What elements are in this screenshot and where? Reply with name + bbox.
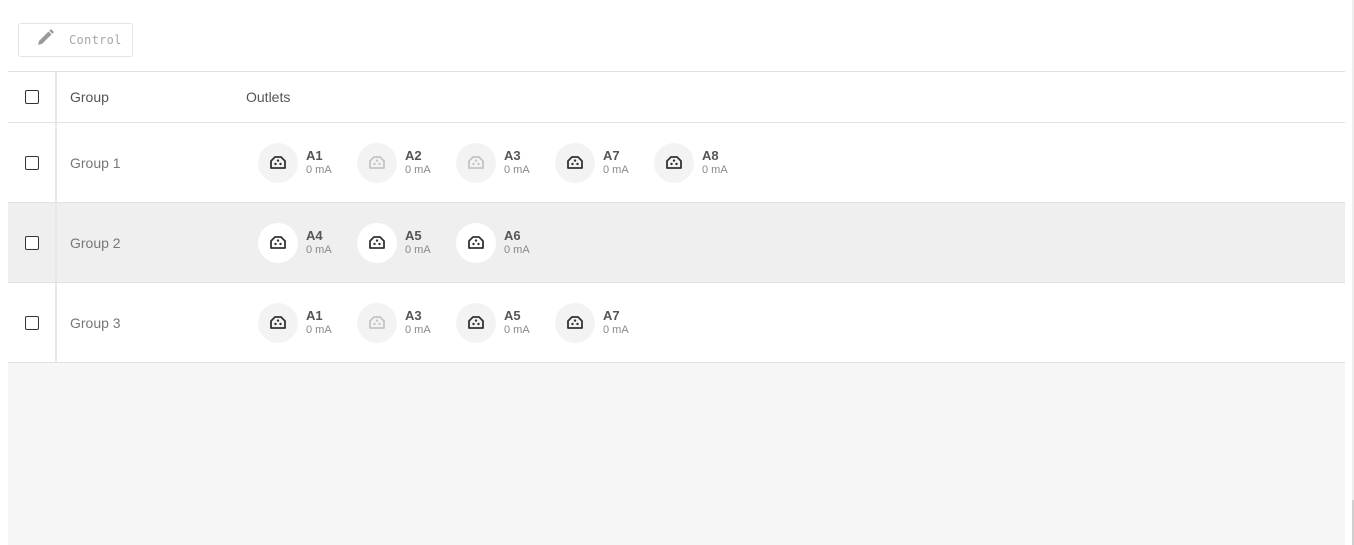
group-name: Group 3 xyxy=(70,314,121,331)
row-select-cell xyxy=(8,235,56,250)
outlet-text: A3 0 mA xyxy=(504,148,530,176)
outlet-current: 0 mA xyxy=(306,243,332,256)
power-outlet-icon xyxy=(357,142,397,183)
select-all-cell xyxy=(8,90,56,104)
outlet-current: 0 mA xyxy=(405,323,431,336)
group-name: Group 2 xyxy=(70,234,121,251)
outlet-current: 0 mA xyxy=(405,163,431,176)
outlet-current: 0 mA xyxy=(306,323,332,336)
outlet-current: 0 mA xyxy=(603,323,629,336)
outlet-text: A5 0 mA xyxy=(504,308,530,336)
row-select-checkbox[interactable] xyxy=(25,315,39,330)
outlet-groups-page: Control Group Outlets Group 1 A1 0 mA A2 0 m… xyxy=(0,0,1354,545)
row-select-checkbox[interactable] xyxy=(25,155,39,170)
power-outlet-icon xyxy=(258,142,298,183)
outlet-current: 0 mA xyxy=(504,243,530,256)
power-outlet-icon xyxy=(555,142,595,183)
outlet-item[interactable]: A2 0 mA xyxy=(357,142,456,183)
outlet-name: A1 xyxy=(306,148,323,164)
outlet-name: A5 xyxy=(405,228,422,244)
outlet-current: 0 mA xyxy=(405,243,431,256)
outlet-current: 0 mA xyxy=(702,163,728,176)
row-select-cell xyxy=(8,155,56,170)
outlet-text: A7 0 mA xyxy=(603,148,629,176)
outlet-name: A7 xyxy=(603,148,620,164)
toolbar: Control xyxy=(18,23,133,57)
outlet-name: A2 xyxy=(405,148,422,164)
power-outlet-icon xyxy=(555,302,595,343)
outlet-name: A4 xyxy=(306,228,323,244)
outlets-list: A1 0 mA A2 0 mA A3 0 mA A7 0 mA A8 0 mA xyxy=(232,142,753,183)
power-outlet-icon xyxy=(258,302,298,343)
outlet-item[interactable]: A6 0 mA xyxy=(456,222,555,263)
control-button[interactable]: Control xyxy=(18,23,133,57)
empty-table-area xyxy=(8,363,1345,545)
outlets-list: A4 0 mA A5 0 mA A6 0 mA xyxy=(232,222,555,263)
table-header-row: Group Outlets xyxy=(8,71,1345,123)
control-button-label: Control xyxy=(69,33,122,47)
outlet-item[interactable]: A5 0 mA xyxy=(357,222,456,263)
outlet-item[interactable]: A7 0 mA xyxy=(555,142,654,183)
outlet-item[interactable]: A1 0 mA xyxy=(258,302,357,343)
outlet-item[interactable]: A1 0 mA xyxy=(258,142,357,183)
row-select-checkbox[interactable] xyxy=(25,235,39,250)
power-outlet-icon xyxy=(456,222,496,263)
outlet-current: 0 mA xyxy=(504,323,530,336)
power-outlet-icon xyxy=(357,302,397,343)
group-column-header[interactable]: Group xyxy=(56,89,232,105)
outlet-name: A3 xyxy=(405,308,422,324)
outlet-text: A7 0 mA xyxy=(603,308,629,336)
outlet-text: A6 0 mA xyxy=(504,228,530,256)
outlet-current: 0 mA xyxy=(306,163,332,176)
groups-table: Group Outlets Group 1 A1 0 mA A2 0 mA A3 0 mA A… xyxy=(8,71,1345,363)
outlet-name: A8 xyxy=(702,148,719,164)
outlet-name: A6 xyxy=(504,228,521,244)
group-name: Group 1 xyxy=(70,154,121,171)
outlet-item[interactable]: A7 0 mA xyxy=(555,302,654,343)
power-outlet-icon xyxy=(456,142,496,183)
outlet-text: A2 0 mA xyxy=(405,148,431,176)
outlets-list: A1 0 mA A3 0 mA A5 0 mA A7 0 mA xyxy=(232,302,654,343)
outlets-column-header: Outlets xyxy=(246,89,291,105)
select-all-checkbox[interactable] xyxy=(25,90,39,104)
table-row[interactable]: Group 1 A1 0 mA A2 0 mA A3 0 mA A7 0 mA A8 0 mA xyxy=(8,123,1345,203)
outlet-name: A7 xyxy=(603,308,620,324)
power-outlet-icon xyxy=(357,222,397,263)
outlet-item[interactable]: A3 0 mA xyxy=(357,302,456,343)
pencil-icon xyxy=(35,28,55,52)
row-select-cell xyxy=(8,315,56,330)
outlet-item[interactable]: A8 0 mA xyxy=(654,142,753,183)
table-body: Group 1 A1 0 mA A2 0 mA A3 0 mA A7 0 mA A8 0 mA Gro… xyxy=(8,123,1345,363)
outlet-text: A1 0 mA xyxy=(306,308,332,336)
outlet-text: A4 0 mA xyxy=(306,228,332,256)
outlet-item[interactable]: A4 0 mA xyxy=(258,222,357,263)
power-outlet-icon xyxy=(456,302,496,343)
outlet-text: A3 0 mA xyxy=(405,308,431,336)
outlet-name: A1 xyxy=(306,308,323,324)
outlet-item[interactable]: A5 0 mA xyxy=(456,302,555,343)
outlet-text: A5 0 mA xyxy=(405,228,431,256)
power-outlet-icon xyxy=(258,222,298,263)
outlet-current: 0 mA xyxy=(603,163,629,176)
power-outlet-icon xyxy=(654,142,694,183)
outlet-text: A1 0 mA xyxy=(306,148,332,176)
table-row[interactable]: Group 2 A4 0 mA A5 0 mA A6 0 mA xyxy=(8,203,1345,283)
outlet-item[interactable]: A3 0 mA xyxy=(456,142,555,183)
outlet-name: A3 xyxy=(504,148,521,164)
outlet-current: 0 mA xyxy=(504,163,530,176)
outlet-text: A8 0 mA xyxy=(702,148,728,176)
table-row[interactable]: Group 3 A1 0 mA A3 0 mA A5 0 mA A7 0 mA xyxy=(8,283,1345,363)
outlet-name: A5 xyxy=(504,308,521,324)
